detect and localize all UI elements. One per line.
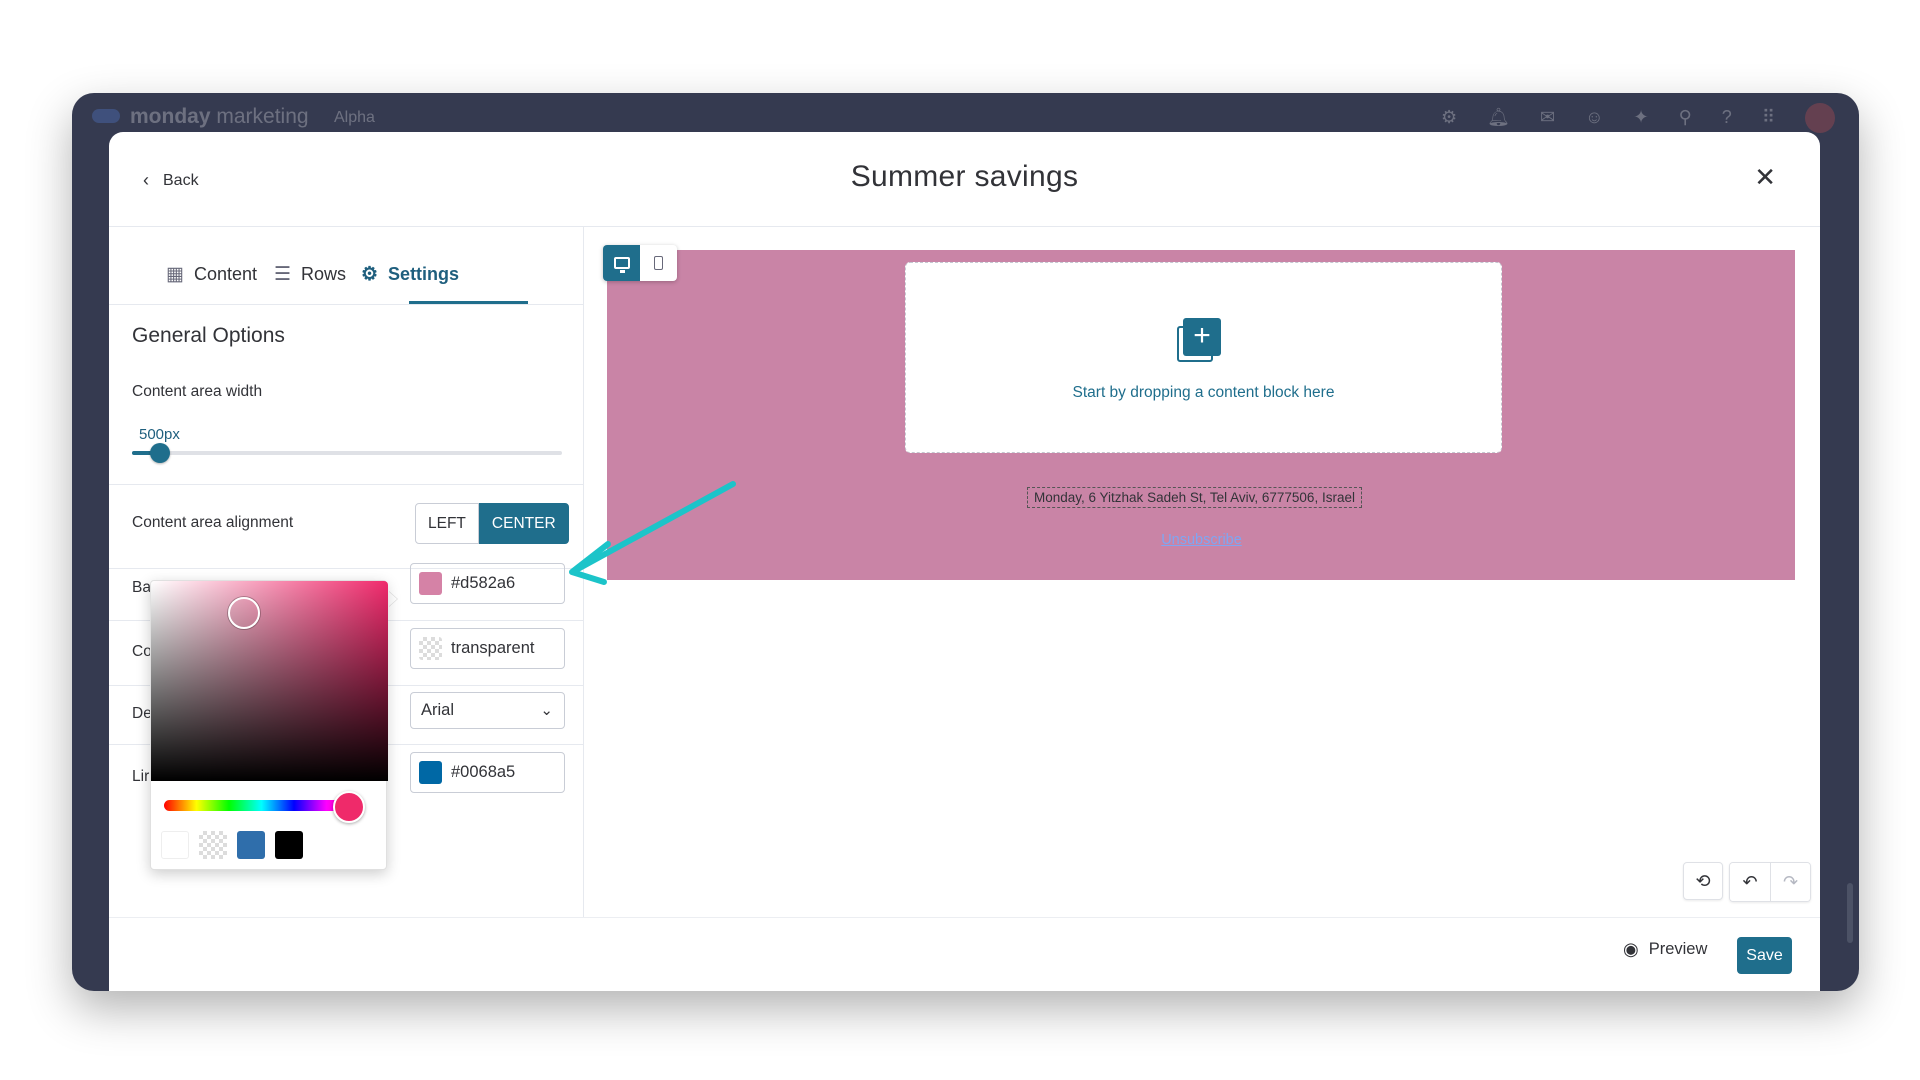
link-color-swatch [419,761,442,784]
phone-icon [654,256,663,270]
transparent-swatch [419,637,442,660]
preset-white[interactable] [161,831,189,859]
picker-pointer [388,591,397,607]
gear-icon: ⚙ [361,264,379,285]
width-label: Content area width [132,383,263,400]
content-bg-field[interactable]: transparent [410,628,565,669]
link-color-label: Lir [132,768,150,785]
divider [109,484,584,485]
add-block-icon: + [1177,318,1221,362]
footer-address[interactable]: Monday, 6 Yitzhak Sadeh St, Tel Aviv, 67… [1027,487,1362,508]
link-color-field[interactable]: #0068a5 [410,752,565,793]
redo-button[interactable]: ↷ [1770,863,1810,901]
grid-icon: ▦ [166,264,184,285]
topbar-icons: ⚙ 🔔︎ ✉ ☺ ✦ ⚲ ? ⠿ [1441,103,1835,133]
puzzle-icon[interactable]: ✦ [1634,107,1649,133]
alpha-tag: Alpha [334,109,375,126]
page-title: Summer savings [850,160,1079,193]
link-color-value: #0068a5 [451,763,516,781]
version-history-button[interactable]: ⟲ [1683,862,1723,900]
redo-icon: ↷ [1782,871,1799,892]
section-title: General Options [132,324,285,347]
app-topbar: monday marketing Alpha ⚙ 🔔︎ ✉ ☺ ✦ ⚲ ? ⠿ [72,93,1859,133]
history-icon: ⟲ [1695,870,1711,891]
annotation-arrow [569,481,736,585]
saturation-area[interactable] [151,581,388,781]
panel-tabs: ▦ Content ☰ Rows ⚙ Settings [109,227,584,305]
preset-blue[interactable] [237,831,265,859]
background-color-swatch [419,572,442,595]
tab-label: Rows [301,264,347,284]
tab-rows[interactable]: ☰ Rows [274,263,346,286]
preset-swatches [161,831,303,859]
color-picker [150,580,388,870]
active-tab-indicator [409,301,528,304]
monitor-icon [613,257,630,273]
unsubscribe-link[interactable]: Unsubscribe [607,532,1796,548]
help-icon[interactable]: ? [1722,107,1732,133]
search-icon[interactable]: ⚲ [1679,107,1692,133]
width-slider-thumb[interactable] [150,443,170,463]
font-select[interactable]: Arial ⌄ [410,692,565,729]
product-name: marketing [216,105,309,128]
tab-label: Content [193,264,257,284]
width-value: 500px [139,426,180,443]
saturation-cursor[interactable] [228,597,260,629]
background-color-label: Ba [132,579,151,596]
modal-header: ‹ Back Summer savings ✕ [109,132,1820,227]
align-center-button[interactable]: CENTER [478,503,569,544]
content-bg-label: Co [132,643,152,660]
tab-content[interactable]: ▦ Content [166,263,257,286]
apps-icon[interactable]: ⠿ [1762,107,1775,133]
undo-button[interactable]: ↶ [1730,863,1770,901]
bell-icon[interactable]: 🔔︎ [1487,107,1510,133]
chevron-down-icon: ⌄ [540,702,553,719]
preset-transparent[interactable] [199,831,227,859]
font-label: De [132,705,152,722]
hue-slider[interactable] [164,800,359,811]
settings-icon[interactable]: ⚙ [1441,107,1457,133]
alignment-label: Content area alignment [132,514,294,531]
app-brand: monday marketing [130,105,309,129]
save-button[interactable]: Save [1737,937,1792,974]
brand-name: monday [130,105,211,128]
history-controls: ⟲ ↶ ↷ [1683,862,1811,902]
background-color-value: #d582a6 [451,574,516,592]
width-slider-track[interactable] [132,451,562,455]
undo-icon: ↶ [1742,871,1758,892]
preview-label: Preview [1648,940,1708,958]
close-icon[interactable]: ✕ [1754,162,1776,193]
add-block-icon-plus: + [1183,318,1221,356]
rows-icon: ☰ [274,264,292,285]
drop-zone-text: Start by dropping a content block here [1072,384,1335,401]
tab-label: Settings [388,264,460,284]
inbox-icon[interactable]: ✉ [1540,107,1555,133]
people-icon[interactable]: ☺ [1585,107,1603,133]
monday-logo [92,109,120,123]
content-drop-zone[interactable]: + Start by dropping a content block here [905,262,1502,453]
undo-redo-group: ↶ ↷ [1729,862,1811,902]
app-scrollbar[interactable] [1847,883,1853,943]
tab-settings[interactable]: ⚙ Settings [361,263,459,286]
font-value: Arial [421,701,455,719]
alignment-toggle: LEFT CENTER [415,503,569,544]
preset-black[interactable] [275,831,303,859]
content-bg-value: transparent [451,639,535,657]
desktop-view-button[interactable] [603,245,640,281]
background-color-field[interactable]: #d582a6 [410,563,565,604]
preview-button[interactable]: ◉ Preview [1623,939,1707,960]
modal-footer [109,917,1820,991]
device-toggle [603,245,677,281]
align-left-button[interactable]: LEFT [415,503,479,544]
eye-icon: ◉ [1623,939,1639,959]
avatar[interactable] [1805,103,1835,133]
mobile-view-button[interactable] [640,245,677,281]
hue-slider-thumb[interactable] [333,791,365,823]
